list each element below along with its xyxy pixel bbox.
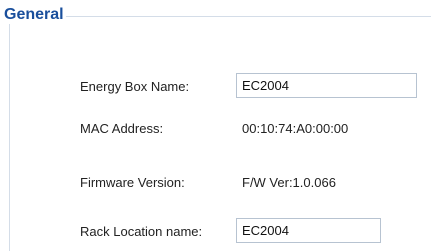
energy-box-name-input[interactable] [236, 73, 417, 98]
mac-address-label: MAC Address: [80, 121, 164, 136]
energy-box-name-label: Energy Box Name: [80, 79, 190, 94]
rack-location-name-label: Rack Location name: [80, 224, 203, 239]
section-title: General [2, 6, 66, 24]
general-fieldset [9, 16, 431, 251]
rack-location-name-input[interactable] [236, 218, 381, 243]
mac-address-value: 00:10:74:A0:00:00 [242, 121, 349, 136]
firmware-version-label: Firmware Version: [80, 175, 185, 190]
firmware-version-value: F/W Ver:1.0.066 [242, 175, 336, 190]
